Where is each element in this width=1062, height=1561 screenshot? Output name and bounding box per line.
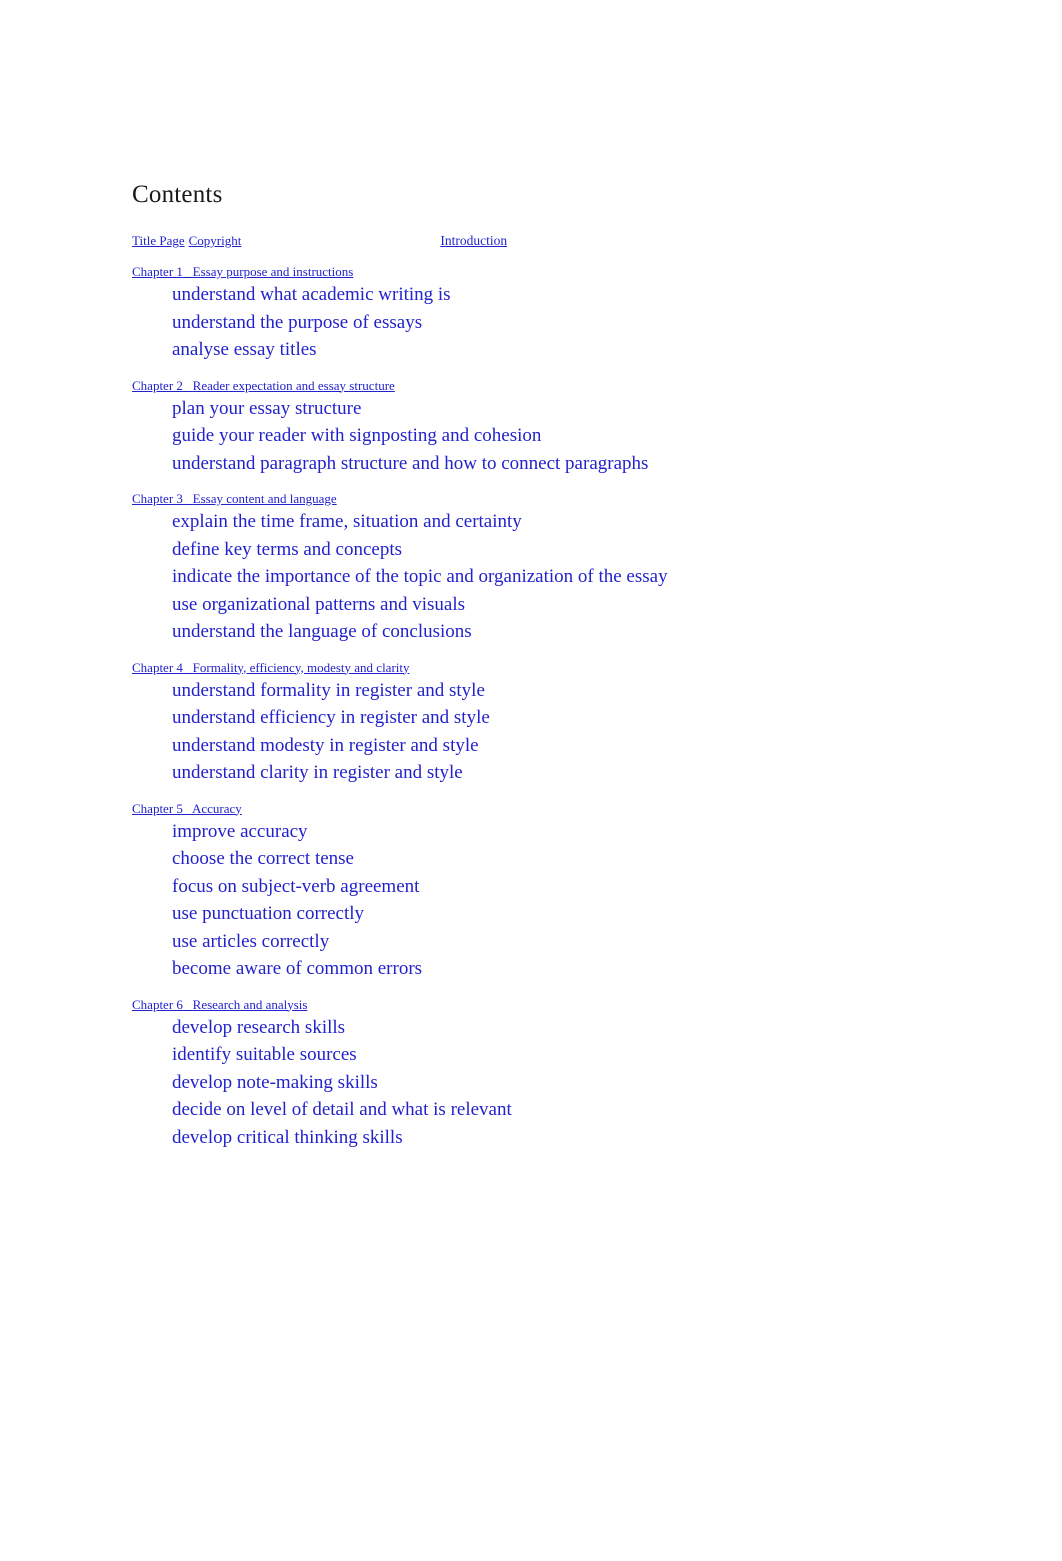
toc-link-copyright[interactable]: Copyright bbox=[189, 233, 242, 248]
list-item: decide on level of detail and what is re… bbox=[172, 1099, 512, 1120]
chapter-title: Essay content and language bbox=[192, 491, 337, 506]
chapter-block: Chapter 3 Essay content and language expl… bbox=[132, 490, 952, 646]
chapter-objectives: understand formality in register and sty… bbox=[132, 677, 952, 787]
chapter-objectives: develop research skills identify suitable… bbox=[132, 1014, 952, 1152]
document-page: Contents Title Page Copyright Introducti… bbox=[0, 0, 1062, 1561]
toc-link-title-page[interactable]: Title Page bbox=[132, 233, 185, 248]
chapter-number: Chapter 2 bbox=[132, 377, 183, 393]
chapter-block: Chapter 6 Research and analysis develop r… bbox=[132, 996, 952, 1152]
list-item: use organizational patterns and visuals bbox=[172, 593, 466, 615]
chapter-number: Chapter 5 bbox=[132, 800, 183, 816]
toc-link-chapter-6[interactable]: Chapter 6 Research and analysis bbox=[132, 997, 307, 1012]
chapter-separator bbox=[183, 997, 193, 1012]
list-item: identify suitable sources bbox=[172, 1044, 357, 1065]
chapter-number: Chapter 3 bbox=[132, 491, 183, 506]
toc-link-chapter-2[interactable]: Chapter 2 Reader expectation and essay s… bbox=[132, 378, 395, 393]
toc-link-chapter-1[interactable]: Chapter 1 Essay purpose and instructions bbox=[132, 264, 353, 279]
chapter-title: Formality, efficiency, modesty and clari… bbox=[192, 659, 410, 675]
list-item: understand the language of conclusions bbox=[172, 621, 472, 642]
chapter-separator bbox=[183, 264, 193, 279]
list-item: develop critical thinking skills bbox=[172, 1126, 403, 1148]
list-item: use punctuation correctly bbox=[172, 903, 365, 924]
toc-link-chapter-4[interactable]: Chapter 4 Formality, efficiency, modesty… bbox=[132, 660, 410, 675]
chapter-separator bbox=[183, 378, 193, 393]
list-item: improve accuracy bbox=[172, 820, 308, 842]
chapter-title: Essay purpose and instructions bbox=[192, 264, 354, 279]
list-item: understand clarity in register and style bbox=[172, 762, 463, 783]
chapter-separator bbox=[183, 660, 193, 675]
chapter-separator bbox=[183, 491, 193, 506]
toc-link-chapter-3[interactable]: Chapter 3 Essay content and language bbox=[132, 491, 337, 506]
list-item: choose the correct tense bbox=[172, 848, 354, 869]
list-item: understand what academic writing is bbox=[172, 284, 451, 305]
chapter-title: Reader expectation and essay structure bbox=[192, 377, 395, 393]
list-item: develop note-making skills bbox=[172, 1071, 378, 1093]
list-item: explain the time frame, situation and ce… bbox=[172, 511, 522, 532]
list-item: define key terms and concepts bbox=[172, 538, 403, 560]
list-item: understand the purpose of essays bbox=[172, 311, 423, 333]
list-item: understand paragraph structure and how t… bbox=[172, 452, 649, 474]
chapter-number: Chapter 4 bbox=[132, 659, 183, 675]
chapter-block: Chapter 4 Formality, efficiency, modesty… bbox=[132, 659, 952, 787]
list-item: become aware of common errors bbox=[172, 958, 423, 979]
chapter-separator bbox=[183, 801, 192, 816]
list-item: use articles correctly bbox=[172, 930, 330, 952]
list-item: analyse essay titles bbox=[172, 339, 317, 360]
chapter-number: Chapter 1 bbox=[132, 264, 183, 279]
list-item: understand efficiency in register and st… bbox=[172, 707, 490, 728]
toc-link-chapter-5[interactable]: Chapter 5 Accuracy bbox=[132, 801, 242, 816]
list-item: plan your essay structure bbox=[172, 397, 362, 419]
chapter-block: Chapter 2 Reader expectation and essay s… bbox=[132, 377, 952, 478]
chapter-number: Chapter 6 bbox=[132, 996, 183, 1012]
chapter-list: Chapter 1 Essay purpose and instructions… bbox=[132, 263, 952, 1151]
toc-link-introduction[interactable]: Introduction bbox=[440, 231, 507, 248]
chapter-title: Research and analysis bbox=[192, 996, 308, 1012]
chapter-objectives: explain the time frame, situation and ce… bbox=[132, 508, 952, 646]
chapter-objectives: understand what academic writing is under… bbox=[132, 281, 952, 364]
list-item: understand modesty in register and style bbox=[172, 734, 479, 756]
table-of-contents: Contents Title Page Copyright Introducti… bbox=[132, 180, 952, 1151]
chapter-objectives: plan your essay structure guide your read… bbox=[132, 395, 952, 478]
list-item: focus on subject-verb agreement bbox=[172, 875, 420, 897]
page-title: Contents bbox=[132, 181, 223, 208]
chapter-objectives: improve accuracy choose the correct tense… bbox=[132, 818, 952, 983]
list-item: develop research skills bbox=[172, 1016, 346, 1038]
chapter-block: Chapter 1 Essay purpose and instructions… bbox=[132, 263, 952, 364]
list-item: understand formality in register and sty… bbox=[172, 679, 485, 701]
list-item: indicate the importance of the topic and… bbox=[172, 566, 668, 587]
list-item: guide your reader with signposting and c… bbox=[172, 425, 542, 446]
chapter-title: Accuracy bbox=[191, 800, 242, 816]
chapter-block: Chapter 5 Accuracy improve accuracy choose… bbox=[132, 800, 952, 983]
